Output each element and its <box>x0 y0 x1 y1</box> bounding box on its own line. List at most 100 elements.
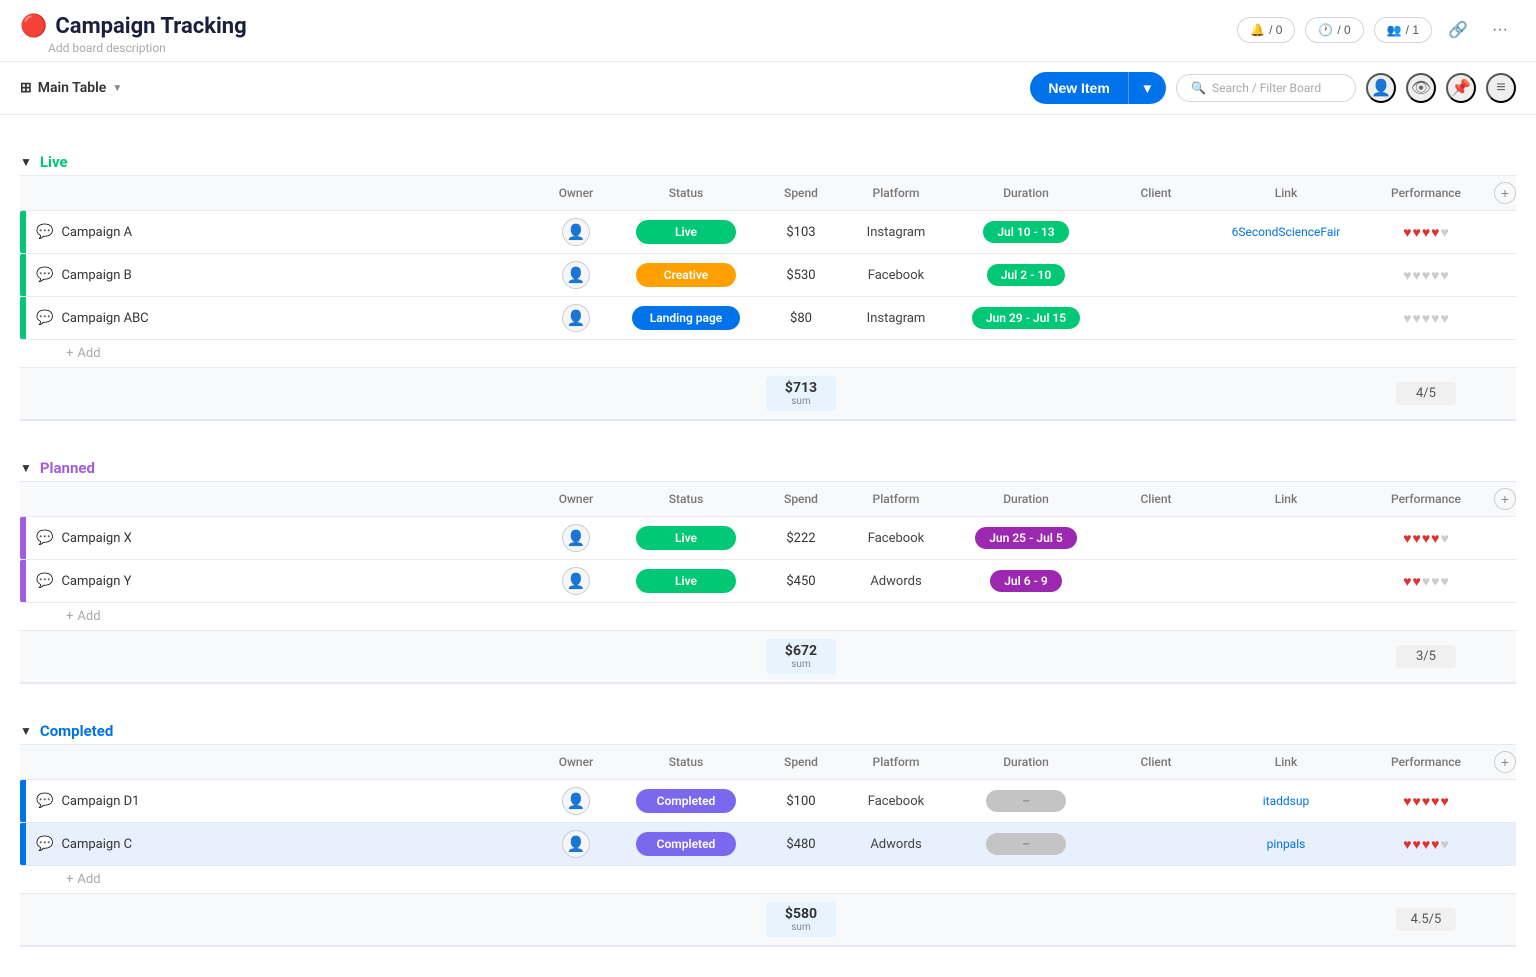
status-badge[interactable]: Live <box>636 220 736 244</box>
row-duration: – <box>946 833 1106 855</box>
row-status[interactable]: Landing page <box>616 306 756 330</box>
row-performance: ♥ ♥ ♥ ♥ ♥ <box>1366 224 1486 241</box>
col-client-planned: Client <box>1106 492 1206 506</box>
more-btn[interactable]: ··· <box>1484 14 1516 46</box>
avatar[interactable]: 👤 <box>562 787 590 815</box>
row-platform: Adwords <box>846 574 946 589</box>
notification-count: / 0 <box>1269 23 1282 37</box>
row-duration: Jun 25 - Jul 5 <box>946 527 1106 549</box>
add-row-live[interactable]: + Add <box>20 340 1516 367</box>
chat-icon[interactable]: 💬 <box>36 224 53 240</box>
sum-spend-box: $672 sum <box>766 639 836 674</box>
duration-badge[interactable]: Jul 10 - 13 <box>983 221 1068 243</box>
col-platform-live: Platform <box>846 186 946 200</box>
chat-icon[interactable]: 💬 <box>36 530 53 546</box>
sum-label: sum <box>774 922 828 933</box>
avatar[interactable]: 👤 <box>562 524 590 552</box>
person-icon-btn[interactable]: 👤 <box>1366 73 1396 103</box>
row-status[interactable]: Completed <box>616 832 756 856</box>
col-headers-completed: Owner Status Spend Platform Duration Cli… <box>20 744 1516 780</box>
col-duration-completed: Duration <box>946 755 1106 769</box>
link-anchor[interactable]: 6SecondScienceFair <box>1232 225 1341 239</box>
plus-icon: + <box>66 609 73 624</box>
add-col-completed-btn[interactable]: + <box>1494 751 1516 773</box>
status-badge[interactable]: Live <box>636 569 736 593</box>
table-icon: ⊞ <box>20 80 32 96</box>
row-item-name: 💬 Campaign C <box>26 828 536 860</box>
row-status[interactable]: Live <box>616 220 756 244</box>
avatar[interactable]: 👤 <box>562 304 590 332</box>
row-status[interactable]: Completed <box>616 789 756 813</box>
duration-badge[interactable]: – <box>986 833 1066 855</box>
invite-btn[interactable]: 🔗 <box>1442 14 1474 46</box>
hearts: ♥ ♥ ♥ ♥ ♥ <box>1366 310 1486 327</box>
chat-icon[interactable]: 💬 <box>36 267 53 283</box>
heart-3: ♥ <box>1422 310 1430 327</box>
duration-badge[interactable]: Jul 2 - 10 <box>987 264 1065 286</box>
sum-label: sum <box>774 396 828 407</box>
avatar[interactable]: 👤 <box>562 567 590 595</box>
heart-4: ♥ <box>1431 793 1439 810</box>
col-client-live: Client <box>1106 186 1206 200</box>
chat-icon[interactable]: 💬 <box>36 573 53 589</box>
add-col-live-btn[interactable]: + <box>1494 182 1516 204</box>
heart-1: ♥ <box>1403 224 1411 241</box>
avatar[interactable]: 👤 <box>562 261 590 289</box>
link-anchor[interactable]: itaddsup <box>1263 794 1309 808</box>
table-row: 💬 Campaign ABC 👤 Landing page $80 Instag… <box>20 297 1516 340</box>
avatar[interactable]: 👤 <box>562 218 590 246</box>
status-badge[interactable]: Completed <box>636 832 736 856</box>
heart-2: ♥ <box>1413 530 1421 547</box>
perf-box: 4/5 <box>1396 382 1456 405</box>
add-row-completed[interactable]: + Add <box>20 866 1516 893</box>
chat-icon[interactable]: 💬 <box>36 793 53 809</box>
row-name: Campaign X <box>61 531 131 546</box>
filter-icon-btn[interactable]: ≡ <box>1486 73 1516 103</box>
clock-icon: 🕐 <box>1318 23 1333 37</box>
link-anchor[interactable]: pinpals <box>1267 837 1306 851</box>
add-col-planned-btn[interactable]: + <box>1494 488 1516 510</box>
duration-badge[interactable]: Jul 6 - 9 <box>990 570 1062 592</box>
status-badge[interactable]: Live <box>636 526 736 550</box>
row-status[interactable]: Live <box>616 526 756 550</box>
group-live-chevron[interactable]: ▼ <box>20 155 32 169</box>
new-item-arrow-button[interactable]: ▼ <box>1128 72 1166 104</box>
eye-icon-btn[interactable]: 👁 <box>1406 73 1436 103</box>
notifications-btn[interactable]: 🔔 / 0 <box>1237 17 1295 43</box>
add-row-planned[interactable]: + Add <box>20 603 1516 630</box>
duration-badge[interactable]: Jun 29 - Jul 15 <box>972 307 1080 329</box>
group-planned-chevron[interactable]: ▼ <box>20 461 32 475</box>
hearts: ♥ ♥ ♥ ♥ ♥ <box>1366 530 1486 547</box>
users-btn[interactable]: 👥 / 1 <box>1374 17 1432 43</box>
group-completed-chevron[interactable]: ▼ <box>20 724 32 738</box>
pin-icon-btn[interactable]: 📌 <box>1446 73 1476 103</box>
sum-row-live: $713 sum 4/5 <box>20 367 1516 421</box>
avatar[interactable]: 👤 <box>562 830 590 858</box>
toolbar-right: New Item ▼ 🔍 Search / Filter Board 👤 👁 📌… <box>1030 72 1516 104</box>
row-link: itaddsup <box>1206 794 1366 808</box>
duration-badge[interactable]: – <box>986 790 1066 812</box>
status-badge[interactable]: Landing page <box>632 306 741 330</box>
row-item-name: 💬 Campaign X <box>26 522 536 554</box>
row-platform: Facebook <box>846 794 946 809</box>
ellipsis-icon: ··· <box>1492 21 1508 39</box>
col-status-planned: Status <box>616 492 756 506</box>
row-status[interactable]: Creative <box>616 263 756 287</box>
row-owner: 👤 <box>536 524 616 552</box>
main-table-selector[interactable]: ⊞ Main Table ▼ <box>20 80 122 96</box>
heart-2: ♥ <box>1413 224 1421 241</box>
updates-btn[interactable]: 🕐 / 0 <box>1305 17 1363 43</box>
new-item-button-group: New Item ▼ <box>1030 72 1166 104</box>
search-box[interactable]: 🔍 Search / Filter Board <box>1176 74 1356 102</box>
status-badge[interactable]: Completed <box>636 789 736 813</box>
share-icon: 🔗 <box>1448 20 1468 40</box>
status-badge[interactable]: Creative <box>636 263 736 287</box>
col-add-completed: + <box>1486 751 1516 773</box>
row-status[interactable]: Live <box>616 569 756 593</box>
row-platform: Instagram <box>846 311 946 326</box>
chat-icon[interactable]: 💬 <box>36 310 53 326</box>
heart-2: ♥ <box>1413 793 1421 810</box>
new-item-button[interactable]: New Item <box>1030 72 1127 104</box>
col-owner-completed: Owner <box>536 755 616 769</box>
duration-badge[interactable]: Jun 25 - Jul 5 <box>975 527 1076 549</box>
